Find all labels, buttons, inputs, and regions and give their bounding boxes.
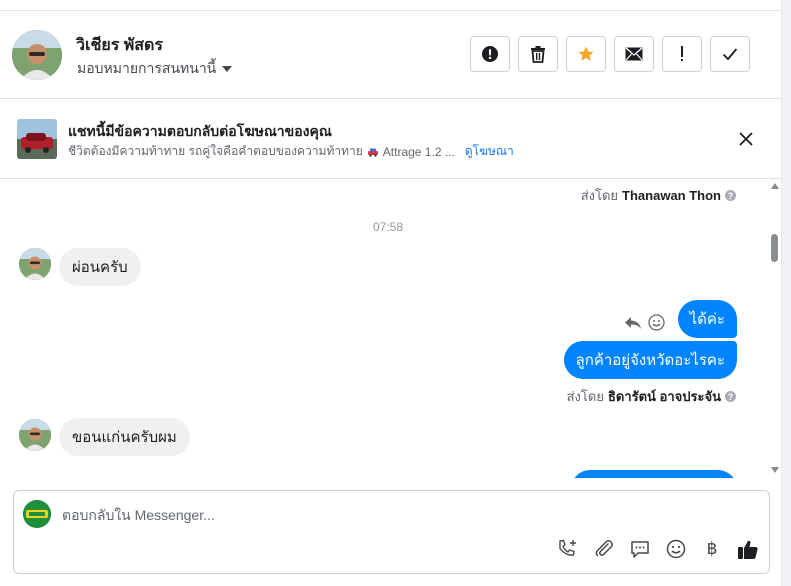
phone-plus-icon — [559, 539, 576, 556]
like-button[interactable] — [736, 537, 760, 561]
star-button[interactable] — [566, 36, 606, 72]
assign-label: มอบหมายการสนทนานี้ — [77, 60, 217, 76]
ad-name: Attrage 1.2 ... — [382, 144, 455, 159]
scroll-down-arrow-icon[interactable] — [771, 467, 779, 473]
sent-by-prefix: ส่งโดย — [566, 389, 604, 404]
mark-done-button[interactable] — [710, 36, 750, 72]
message-thread: ส่งโดย Thanawan Thon ? 07:58 ผ่อนครับ ได… — [0, 180, 768, 478]
outgoing-message-partial[interactable] — [571, 470, 737, 478]
star-icon — [578, 46, 594, 61]
sent-by-note: ส่งโดย ธิดารัตน์ อาจประจัน ? — [567, 386, 736, 407]
envelope-icon — [625, 47, 643, 61]
ad-reply-banner: แชทนี้มีข้อความตอบกลับต่อโฆษณาของคุณ ชีว… — [0, 99, 782, 179]
info-icon[interactable]: ? — [725, 190, 736, 201]
contact-avatar[interactable] — [12, 30, 62, 80]
scroll-thumb[interactable] — [771, 234, 778, 262]
ad-thumbnail[interactable] — [17, 119, 57, 159]
paperclip-icon — [595, 540, 613, 557]
emoji-button[interactable] — [664, 537, 688, 561]
assign-conversation-dropdown[interactable]: มอบหมายการสนทนานี้ — [77, 58, 233, 80]
thread-scrollbar[interactable] — [768, 180, 782, 478]
delete-button[interactable] — [518, 36, 558, 72]
exclamation-icon — [681, 46, 683, 61]
ad-text: ชีวิตต้องมีความท้าทาย รถคู่ใจคือคำตอบของ… — [68, 144, 363, 158]
mark-unread-button[interactable] — [614, 36, 654, 72]
trash-icon — [531, 46, 545, 63]
conversation-actions — [470, 36, 750, 72]
composer-tools: ฿ — [556, 537, 760, 561]
conversation-header: วิเชียร พัสดร มอบหมายการสนทนานี้ — [0, 10, 782, 99]
call-button[interactable] — [556, 537, 580, 561]
incoming-message[interactable]: ผ่อนครับ — [59, 248, 141, 286]
reply-composer: ฿ — [13, 490, 770, 574]
payment-button[interactable]: ฿ — [700, 537, 724, 561]
close-banner-button[interactable] — [734, 127, 758, 151]
car-icon — [367, 148, 378, 157]
ad-banner-title: แชทนี้มีข้อความตอบกลับต่อโฆษณาของคุณ — [68, 123, 332, 139]
page-avatar — [23, 500, 51, 528]
ad-banner-subtitle: ชีวิตต้องมีความท้าทาย รถคู่ใจคือคำตอบของ… — [68, 142, 514, 161]
reply-input[interactable] — [62, 503, 702, 527]
sent-by-note: ส่งโดย Thanawan Thon ? — [581, 185, 736, 206]
emoji-reaction-icon[interactable] — [648, 314, 665, 331]
caret-down-icon — [222, 66, 233, 72]
view-ad-link[interactable]: ดูโฆษณา — [465, 142, 514, 161]
contact-name[interactable]: วิเชียร พัสดร — [76, 33, 163, 58]
checkmark-icon — [722, 48, 738, 61]
message-hover-tools — [624, 314, 665, 331]
contact-avatar-small[interactable] — [19, 419, 51, 451]
info-icon[interactable]: ? — [725, 391, 736, 402]
reply-arrow-icon[interactable] — [624, 316, 642, 330]
thumbs-up-icon — [738, 540, 758, 559]
message-timestamp: 07:58 — [372, 220, 404, 234]
saved-reply-icon — [631, 540, 649, 558]
baht-payment-icon: ฿ — [706, 539, 718, 559]
attach-button[interactable] — [592, 537, 616, 561]
contact-avatar-small[interactable] — [19, 248, 51, 280]
sent-by-name: ธิดารัตน์ อาจประจัน — [607, 389, 721, 404]
report-spam-button[interactable] — [470, 36, 510, 72]
emoji-icon — [666, 539, 686, 559]
close-icon — [739, 132, 753, 146]
mark-follow-up-button[interactable] — [662, 36, 702, 72]
sent-by-name: Thanawan Thon — [622, 188, 721, 203]
incoming-message[interactable]: ขอนแก่นครับผม — [59, 418, 190, 456]
saved-replies-button[interactable] — [628, 537, 652, 561]
outgoing-message[interactable]: ได้ค่ะ — [677, 300, 737, 338]
sent-by-prefix: ส่งโดย — [580, 188, 619, 203]
inbox-conversation-panel: วิเชียร พัสดร มอบหมายการสนทนานี้ แชทนี้ม… — [0, 0, 782, 586]
scroll-up-arrow-icon[interactable] — [771, 183, 779, 189]
alert-circle-icon — [482, 46, 498, 62]
window-edge — [782, 0, 791, 586]
outgoing-message[interactable]: ลูกค้าอยู่จังหวัดอะไรคะ — [563, 341, 737, 379]
